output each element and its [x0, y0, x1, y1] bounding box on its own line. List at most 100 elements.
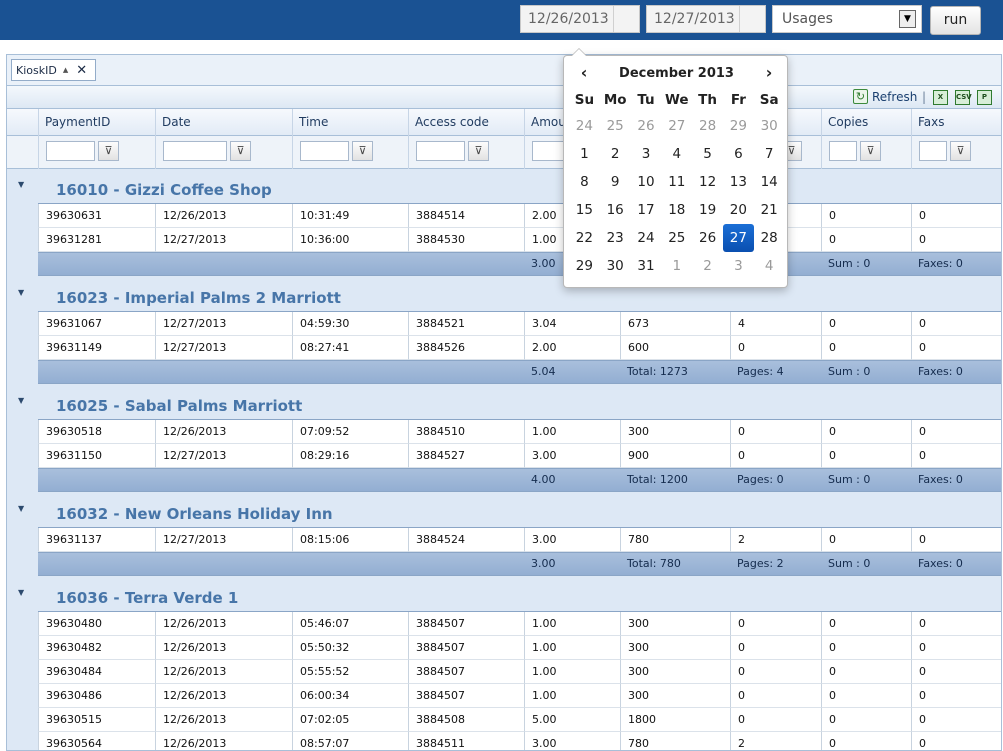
- calendar-day[interactable]: 13: [723, 168, 754, 196]
- table-row[interactable]: 39630480 12/26/2013 05:46:07 3884507 1.00 300…: [7, 612, 1001, 636]
- end-date-input[interactable]: 12/27/2013: [647, 11, 739, 27]
- calendar-day[interactable]: 29: [723, 112, 754, 140]
- calendar-day[interactable]: 23: [600, 224, 631, 252]
- calendar-day[interactable]: 3: [723, 252, 754, 280]
- filter-icon[interactable]: ⊽: [950, 141, 971, 161]
- calendar-day[interactable]: 10: [631, 168, 662, 196]
- calendar-day[interactable]: 5: [692, 140, 723, 168]
- table-row[interactable]: 39631150 12/27/2013 08:29:16 3884527 3.00 900…: [7, 444, 1001, 468]
- calendar-day[interactable]: 26: [631, 112, 662, 140]
- cell-pages: 0: [730, 660, 821, 684]
- calendar-day[interactable]: 1: [569, 140, 600, 168]
- group-footer: 3.00 Sum : 0 Faxes: 0: [7, 252, 1001, 277]
- calendar-day[interactable]: 28: [754, 224, 785, 252]
- table-row[interactable]: 39631137 12/27/2013 08:15:06 3884524 3.00 780…: [7, 528, 1001, 552]
- table-row[interactable]: 39631067 12/27/2013 04:59:30 3884521 3.04 673…: [7, 312, 1001, 336]
- table-row[interactable]: 39631281 12/27/2013 10:36:00 3884530 1.00 0 0: [7, 228, 1001, 252]
- filter-input-payment-id[interactable]: [46, 141, 95, 161]
- table-row[interactable]: 39630518 12/26/2013 07:09:52 3884510 1.00 300…: [7, 420, 1001, 444]
- remove-group-icon[interactable]: ✕: [76, 63, 87, 78]
- end-date-calendar-button[interactable]: [739, 6, 765, 32]
- filter-icon[interactable]: ⊽: [468, 141, 489, 161]
- cell-access-code: 3884507: [408, 636, 524, 660]
- column-header-time[interactable]: Time: [292, 109, 408, 136]
- calendar-day[interactable]: 7: [754, 140, 785, 168]
- calendar-day[interactable]: 26: [692, 224, 723, 252]
- filter-icon[interactable]: ⊽: [98, 141, 119, 161]
- calendar-day[interactable]: 3: [631, 140, 662, 168]
- calendar-day[interactable]: 11: [661, 168, 692, 196]
- calendar-day[interactable]: 4: [754, 252, 785, 280]
- calendar-day[interactable]: 25: [600, 112, 631, 140]
- filter-icon[interactable]: ⊽: [860, 141, 881, 161]
- calendar-day[interactable]: 25: [661, 224, 692, 252]
- column-header-date[interactable]: Date: [155, 109, 292, 136]
- calendar-day[interactable]: 30: [600, 252, 631, 280]
- calendar-day[interactable]: 1: [661, 252, 692, 280]
- filter-input-copies[interactable]: [829, 141, 857, 161]
- start-date-picker[interactable]: 12/26/2013: [520, 5, 640, 33]
- refresh-button[interactable]: ↻ Refresh: [853, 89, 917, 104]
- next-month-icon[interactable]: ›: [755, 63, 783, 85]
- collapse-group-icon[interactable]: ▼: [18, 588, 24, 597]
- table-row[interactable]: 39630631 12/26/2013 10:31:49 3884514 2.00 0 0: [7, 204, 1001, 228]
- calendar-day[interactable]: 31: [631, 252, 662, 280]
- column-header-faxs[interactable]: Faxs: [911, 109, 1001, 136]
- group-chip-kioskid[interactable]: KioskID ▲ ✕: [11, 59, 96, 81]
- table-row[interactable]: 39630482 12/26/2013 05:50:32 3884507 1.00 300…: [7, 636, 1001, 660]
- collapse-group-icon[interactable]: ▼: [18, 180, 24, 189]
- filter-input-time[interactable]: [300, 141, 349, 161]
- table-row[interactable]: 39630486 12/26/2013 06:00:34 3884507 1.00 300…: [7, 684, 1001, 708]
- collapse-group-icon[interactable]: ▼: [18, 396, 24, 405]
- table-row[interactable]: 39631149 12/27/2013 08:27:41 3884526 2.00 600…: [7, 336, 1001, 360]
- filter-input-faxs[interactable]: [919, 141, 947, 161]
- calendar-day[interactable]: 19: [692, 196, 723, 224]
- end-date-picker[interactable]: 12/27/2013: [646, 5, 766, 33]
- calendar-day[interactable]: 6: [723, 140, 754, 168]
- calendar-day[interactable]: 22: [569, 224, 600, 252]
- calendar-day[interactable]: 20: [723, 196, 754, 224]
- calendar-day[interactable]: 12: [692, 168, 723, 196]
- calendar-day[interactable]: 29: [569, 252, 600, 280]
- run-button[interactable]: run: [930, 6, 981, 35]
- calendar-day[interactable]: 16: [600, 196, 631, 224]
- calendar-day[interactable]: 21: [754, 196, 785, 224]
- calendar-day[interactable]: 24: [631, 224, 662, 252]
- column-header-copies[interactable]: Copies: [821, 109, 911, 136]
- table-row[interactable]: 39630484 12/26/2013 05:55:52 3884507 1.00 300…: [7, 660, 1001, 684]
- start-date-calendar-button[interactable]: [613, 6, 639, 32]
- excel-export-icon[interactable]: X: [933, 90, 948, 105]
- chevron-down-icon[interactable]: ▼: [899, 10, 916, 28]
- table-row[interactable]: 39630515 12/26/2013 07:02:05 3884508 5.00 180…: [7, 708, 1001, 732]
- filter-icon[interactable]: ⊽: [352, 141, 373, 161]
- pdf-export-icon[interactable]: P: [977, 90, 992, 105]
- table-row[interactable]: 39630564 12/26/2013 08:57:07 3884511 3.00 780…: [7, 732, 1001, 750]
- calendar-day[interactable]: 30: [754, 112, 785, 140]
- calendar-day[interactable]: 9: [600, 168, 631, 196]
- cell-time: 10:36:00: [292, 228, 408, 252]
- calendar-day[interactable]: 18: [661, 196, 692, 224]
- calendar-day[interactable]: 4: [661, 140, 692, 168]
- csv-export-icon[interactable]: CSV: [955, 90, 972, 105]
- footer-total: Total: 780: [627, 557, 681, 570]
- calendar-day[interactable]: 8: [569, 168, 600, 196]
- filter-input-access-code[interactable]: [416, 141, 465, 161]
- start-date-input[interactable]: 12/26/2013: [521, 11, 613, 27]
- calendar-day[interactable]: 17: [631, 196, 662, 224]
- calendar-day[interactable]: 24: [569, 112, 600, 140]
- filter-input-date[interactable]: [163, 141, 227, 161]
- calendar-day[interactable]: 14: [754, 168, 785, 196]
- calendar-day[interactable]: 27: [722, 224, 754, 252]
- column-header-payment-id[interactable]: PaymentID: [38, 109, 155, 136]
- collapse-group-icon[interactable]: ▼: [18, 288, 24, 297]
- column-header-access-code[interactable]: Access code: [408, 109, 524, 136]
- sort-ascending-icon[interactable]: ▲: [63, 66, 68, 74]
- collapse-group-icon[interactable]: ▼: [18, 504, 24, 513]
- calendar-day[interactable]: 15: [569, 196, 600, 224]
- report-type-select[interactable]: Usages ▼: [772, 5, 922, 33]
- calendar-day[interactable]: 2: [692, 252, 723, 280]
- calendar-day[interactable]: 28: [692, 112, 723, 140]
- filter-icon[interactable]: ⊽: [230, 141, 251, 161]
- calendar-day[interactable]: 27: [661, 112, 692, 140]
- calendar-day[interactable]: 2: [600, 140, 631, 168]
